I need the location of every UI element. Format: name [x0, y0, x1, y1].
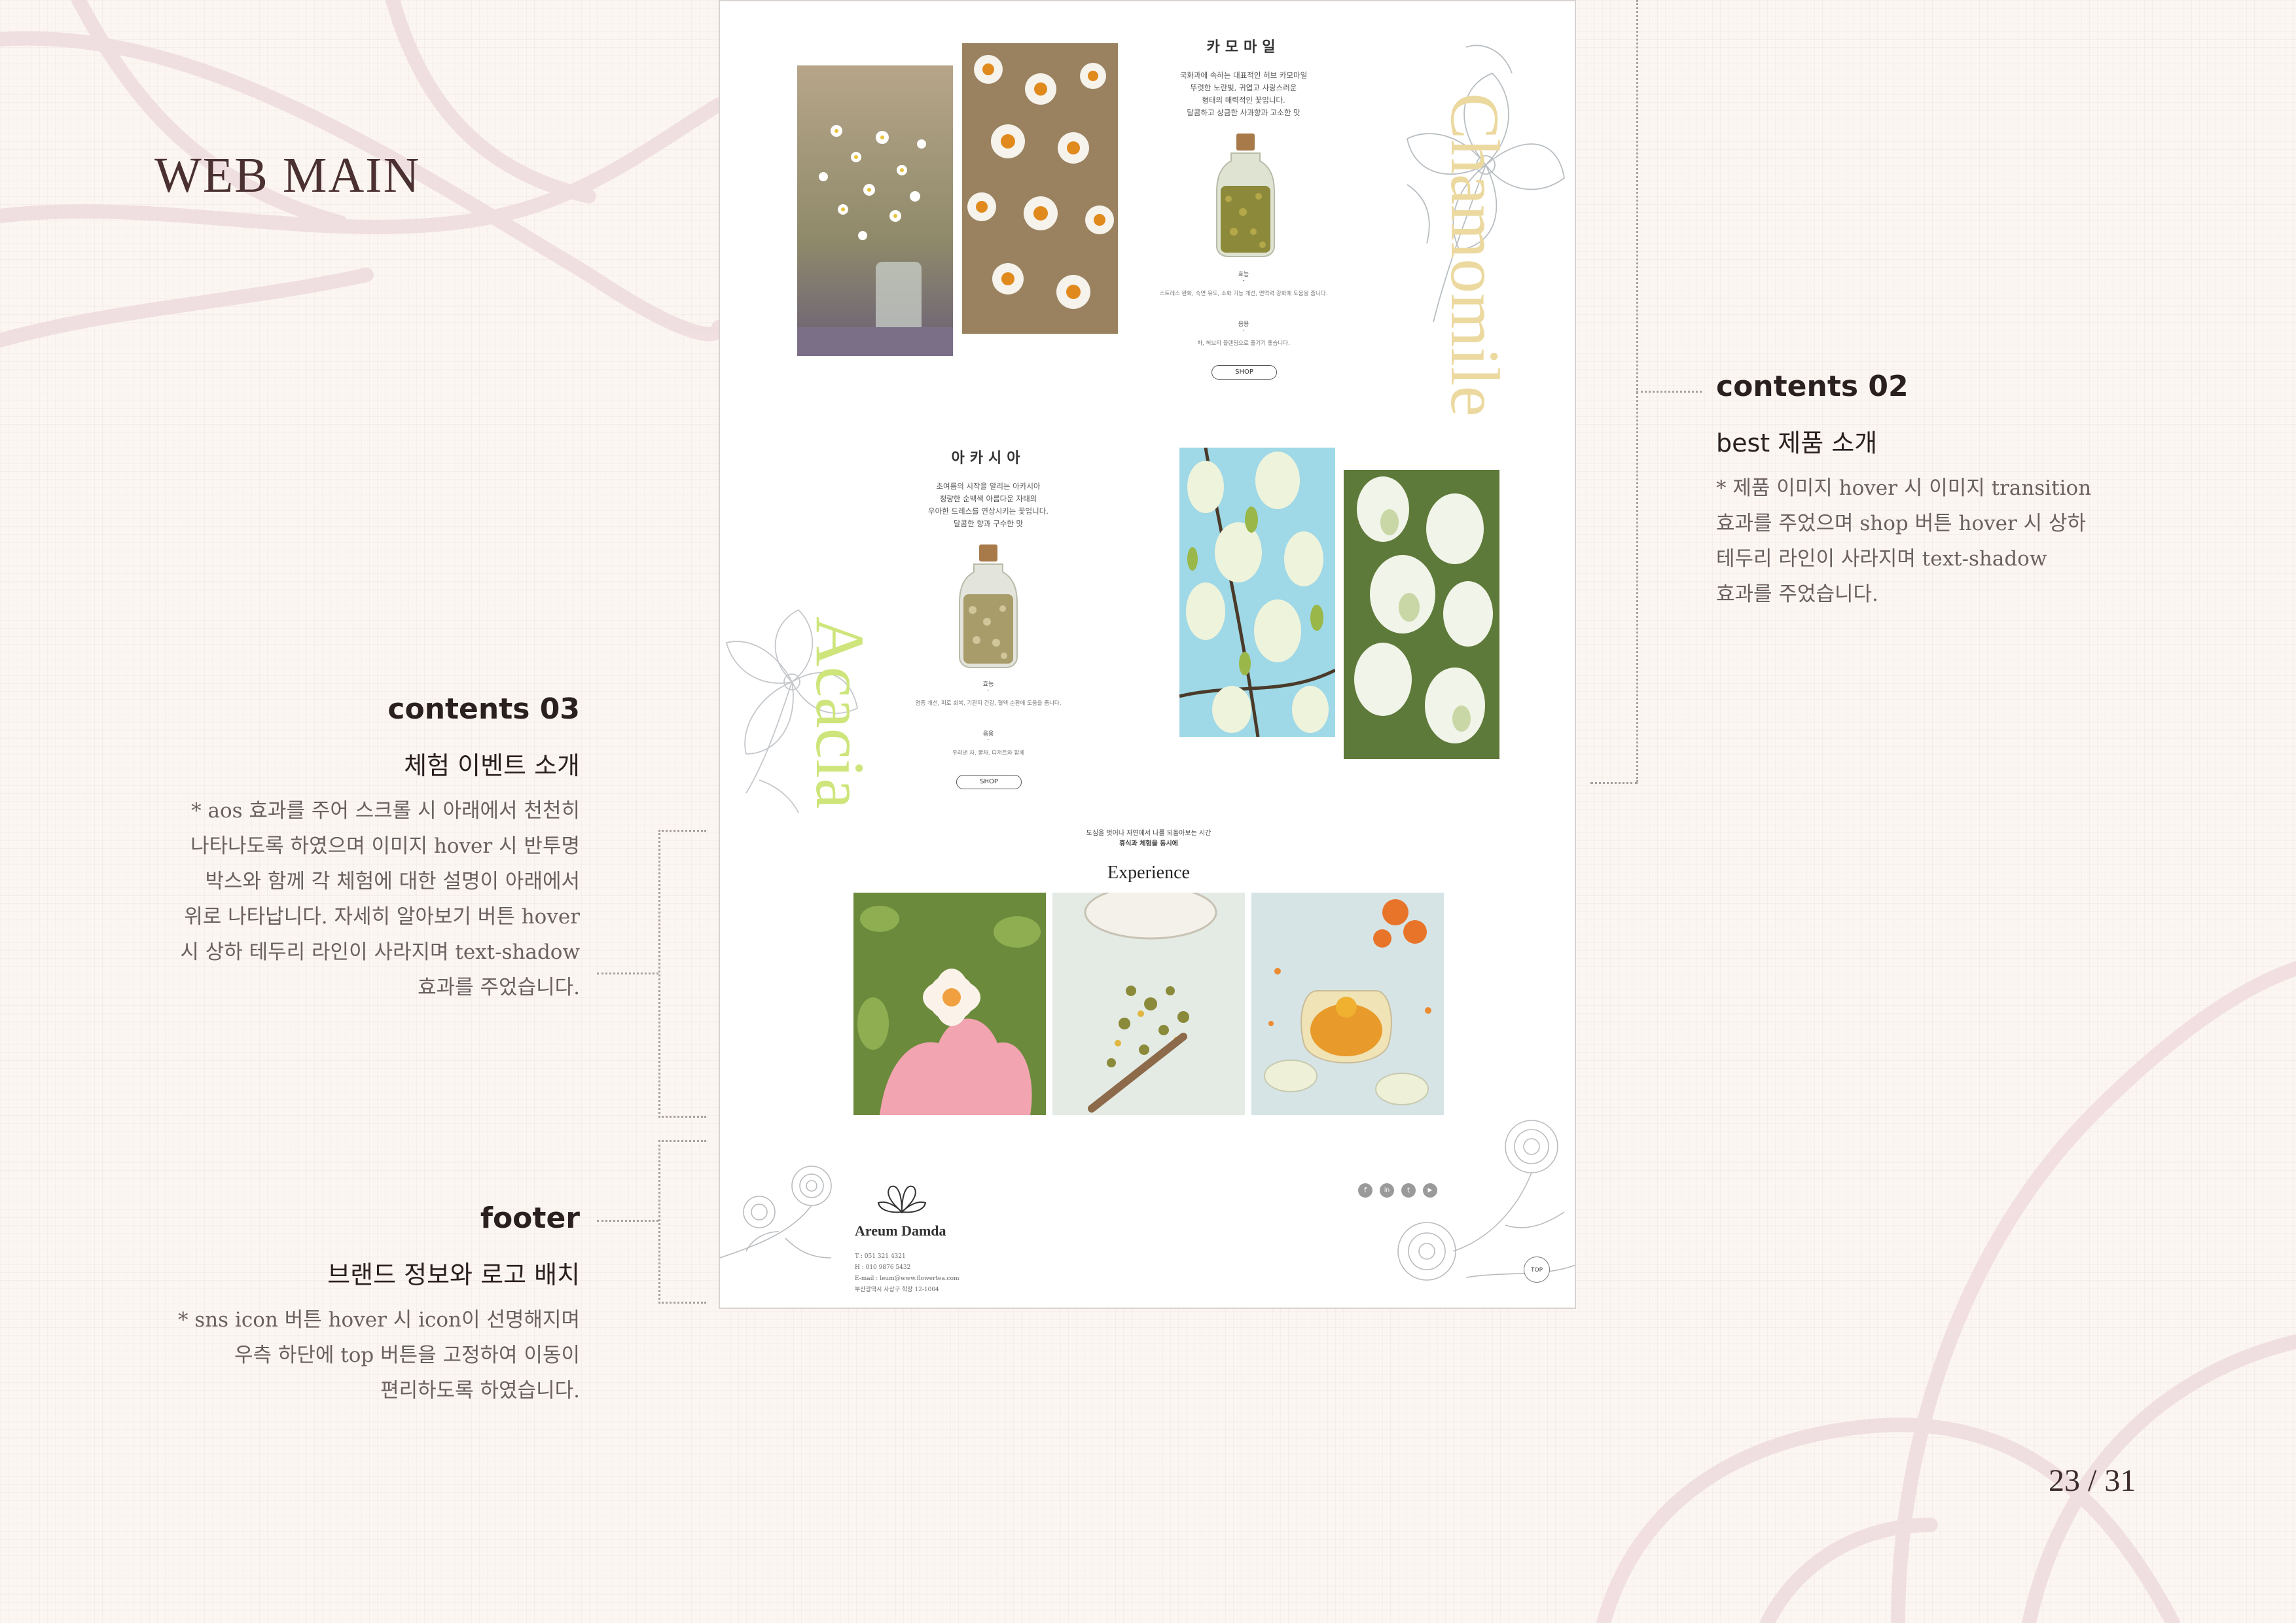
leader-contents03-bracket	[658, 830, 706, 1118]
annotation-line: 테두리 라인이 사라지며 text-shadow	[1716, 547, 2047, 571]
youtube-icon[interactable]: ▶	[1423, 1183, 1437, 1198]
chamomile-title: 카모마일	[1206, 39, 1281, 56]
footer-brand-name[interactable]: Areum Damda	[855, 1222, 946, 1240]
website-mockup: 카모마일 국화과에 속하는 대표적인 허브 카모마일 뚜렷한 노란빛, 귀엽고 …	[719, 0, 1576, 1309]
description-line: 청량한 순백색 아름다운 자태의	[939, 494, 1037, 503]
divider-dash: -	[1242, 277, 1245, 284]
chamomile-usage-text: 차, 허브티 블렌딩으로 즐기기 좋습니다.	[1197, 340, 1290, 347]
annotation-subtitle: 체험 이벤트 소개	[404, 751, 580, 780]
footer-contact-info: T : 051 321 4321 H : 010 9876 5432 E-mai…	[855, 1251, 960, 1296]
description-line: 뚜렷한 노란빛, 귀엽고 사랑스러운	[1190, 83, 1297, 92]
acacia-tree-photo[interactable]	[1179, 448, 1335, 737]
chamomile-vertical-word: Chamomile	[1437, 93, 1513, 417]
annotation-description: * 제품 이미지 hover 시 이미지 transition 효과를 주었으며…	[1716, 471, 2200, 612]
experience-photo-dried-tea[interactable]	[1052, 893, 1245, 1115]
annotation-line: * aos 효과를 주어 스크롤 시 아래에서 천천히	[191, 799, 580, 823]
chamomile-shop-button[interactable]: SHOP	[1211, 365, 1277, 380]
experience-title: Experience	[1107, 863, 1190, 883]
annotation-line: * 제품 이미지 hover 시 이미지 transition	[1716, 476, 2092, 500]
instagram-icon[interactable]: in	[1380, 1183, 1394, 1198]
description-line: 형태의 매력적인 꽃입니다.	[1202, 96, 1285, 105]
annotation-line: 효과를 주었으며 shop 버튼 hover 시 상하	[1716, 512, 2087, 535]
brand-logo-icon	[877, 1185, 927, 1214]
annotation-line: * sns icon 버튼 hover 시 icon이 선명해지며	[177, 1308, 580, 1332]
annotation-line: 효과를 주었습니다.	[418, 976, 580, 999]
chamomile-closeup-photo[interactable]	[962, 43, 1118, 334]
annotation-line: 시 상하 테두리 라인이 사라지며 text-shadow	[180, 940, 580, 964]
annotation-contents03: contents 03 체험 이벤트 소개 * aos 효과를 주어 스크롤 시…	[96, 692, 580, 1005]
experience-caption-2: 휴식과 체험을 동시에	[1119, 840, 1178, 847]
annotation-title: footer	[480, 1202, 580, 1235]
divider-dash: -	[987, 737, 990, 743]
page-heading: WEB MAIN	[154, 148, 421, 203]
description-line: 달콤한 향과 구수한 맛	[953, 519, 1024, 528]
footer-info-line: T : 051 321 4321	[855, 1253, 906, 1260]
leader-contents02-h2	[1636, 391, 1702, 393]
acacia-closeup-photo[interactable]	[1344, 470, 1499, 759]
description-line: 국화과에 속하는 대표적인 허브 카모마일	[1179, 71, 1308, 80]
annotation-line: 효과를 주었습니다.	[1716, 582, 1878, 606]
acacia-title: 아카시아	[951, 450, 1026, 467]
divider-dash: -	[1242, 327, 1245, 334]
annotation-contents02: contents 02 best 제품 소개 * 제품 이미지 hover 시 …	[1716, 370, 2200, 612]
annotation-title: contents 02	[1716, 370, 1909, 403]
chamomile-benefit-text: 스트레스 완화, 숙면 유도, 소화 기능 개선, 면역력 강화에 도움을 줍니…	[1159, 291, 1328, 297]
experience-photo-flower-hands[interactable]	[853, 893, 1046, 1115]
annotation-line: 나타나도록 하였으며 이미지 hover 시 반투명	[190, 834, 580, 858]
leader-contents03-h	[597, 972, 658, 974]
page-number: 23 / 31	[2049, 1463, 2136, 1498]
footer-info-line: 부산광역시 사상구 학장 12-1004	[855, 1287, 939, 1293]
description-line: 우아한 드레스를 연상시키는 꽃입니다.	[928, 507, 1049, 516]
leader-footer-h	[597, 1220, 658, 1222]
chamomile-bouquet-photo[interactable]	[797, 65, 953, 356]
scroll-to-top-button[interactable]: TOP	[1524, 1257, 1550, 1283]
annotation-line: 우측 하단에 top 버튼을 고정하여 이동이	[234, 1344, 580, 1367]
acacia-description: 초여름의 시작을 알리는 아카시아 청량한 순백색 아름다운 자태의 우아한 드…	[890, 480, 1086, 530]
annotation-description: * aos 효과를 주어 스크롤 시 아래에서 천천히 나타나도록 하였으며 이…	[96, 793, 580, 1005]
acacia-shop-button[interactable]: SHOP	[956, 775, 1022, 789]
chamomile-tea-jar[interactable]	[1214, 134, 1277, 258]
acacia-benefit-text: 염증 개선, 피로 회복, 기관지 건강, 혈액 순환에 도움을 줍니다.	[915, 700, 1062, 707]
footer-info-line: E-mail : leum@www.flowertea.com	[855, 1275, 960, 1282]
annotation-subtitle: best 제품 소개	[1716, 429, 1878, 457]
experience-photo-flower-tea[interactable]	[1251, 893, 1444, 1115]
acacia-usage-text: 우려낸 차, 꿀차, 디저트와 함께	[952, 750, 1025, 757]
annotation-line: 위로 나타납니다. 자세히 알아보기 버튼 hover	[184, 905, 580, 929]
twitter-icon[interactable]: t	[1401, 1183, 1416, 1198]
description-line: 초여름의 시작을 알리는 아카시아	[936, 482, 1041, 491]
description-line: 달콤하고 상큼한 사과향과 고소한 맛	[1187, 108, 1300, 117]
acacia-tea-jar[interactable]	[957, 544, 1020, 669]
chamomile-description: 국화과에 속하는 대표적인 허브 카모마일 뚜렷한 노란빛, 귀엽고 사랑스러운…	[1152, 69, 1335, 119]
facebook-icon[interactable]: f	[1358, 1183, 1372, 1198]
footer-info-line: H : 010 9876 5432	[855, 1264, 911, 1271]
footer-left-floral-icon	[720, 1166, 832, 1258]
annotation-subtitle: 브랜드 정보와 로고 배치	[327, 1260, 580, 1289]
leader-footer-bracket	[658, 1140, 706, 1304]
annotation-description: * sns icon 버튼 hover 시 icon이 선명해지며 우측 하단에…	[96, 1302, 580, 1408]
acacia-vertical-word: Acacia	[802, 616, 878, 810]
leader-contents02-h1	[1590, 782, 1638, 784]
annotation-footer: footer 브랜드 정보와 로고 배치 * sns icon 버튼 hover…	[96, 1202, 580, 1408]
divider-dash: -	[987, 687, 990, 694]
annotation-line: 편리하도록 하였습니다.	[380, 1379, 580, 1402]
annotation-line: 박스와 함께 각 체험에 대한 설명이 아래에서	[205, 870, 580, 893]
experience-caption-1: 도심을 벗어나 자연에서 나를 되돌아보는 시간	[1086, 830, 1211, 837]
annotation-title: contents 03	[387, 692, 580, 726]
